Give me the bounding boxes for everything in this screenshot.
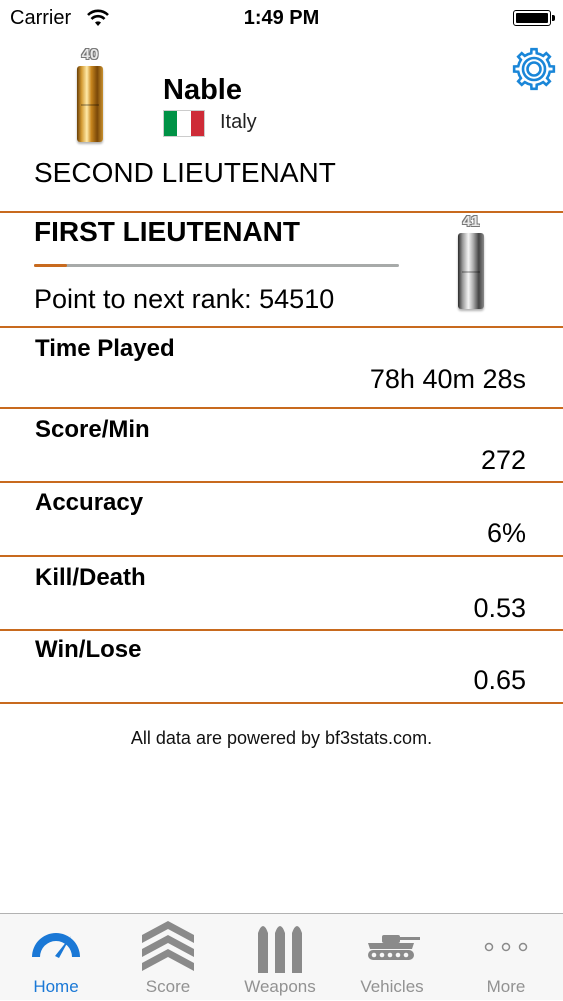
more-dots-icon [484, 942, 528, 952]
stat-label: Accuracy [35, 489, 144, 516]
stat-row-score-per-min: Score/Min 272 [0, 411, 563, 485]
battery-icon [513, 10, 555, 26]
stat-row-accuracy: Accuracy 6% [0, 484, 563, 558]
points-label: Point to next rank: [34, 284, 252, 314]
italy-flag-icon [163, 110, 205, 137]
stat-row-win-lose: Win/Lose 0.65 [0, 631, 563, 705]
chevrons-icon [142, 921, 194, 971]
current-rank-name: SECOND LIEUTENANT [34, 157, 336, 188]
settings-gear-icon[interactable] [511, 46, 557, 92]
speedometer-icon [32, 933, 80, 958]
stat-label: Time Played [35, 335, 175, 362]
stat-row-time-played: Time Played 78h 40m 28s [0, 330, 563, 404]
country-label: Italy [220, 111, 257, 133]
stat-value: 0.65 [473, 665, 526, 695]
profile-header: 40 Nable Italy SECOND LIEUTENANT [0, 40, 563, 212]
tab-label: Weapons [244, 977, 316, 996]
current-rank-number: 40 [81, 46, 99, 63]
bullets-icon [258, 926, 302, 973]
divider [0, 702, 563, 704]
stat-label: Kill/Death [35, 564, 146, 591]
status-bar: Carrier 1:49 PM [0, 0, 563, 38]
tab-vehicles[interactable]: Vehicles [336, 914, 448, 1001]
divider [0, 326, 563, 328]
divider [0, 407, 563, 409]
player-name: Nable [163, 74, 242, 106]
next-rank-number: 41 [462, 213, 480, 230]
clock: 1:49 PM [243, 7, 320, 29]
tab-label: Score [145, 977, 191, 996]
current-rank-insignia-icon: 40 [71, 46, 109, 146]
stat-row-kill-death: Kill/Death 0.53 [0, 559, 563, 633]
tank-icon [368, 935, 420, 960]
stat-label: Win/Lose [35, 636, 142, 663]
rank-progress-bar [34, 264, 399, 267]
data-source-note: All data are powered by bf3stats.com. [130, 728, 433, 748]
tab-label: More [486, 977, 526, 996]
stat-label: Score/Min [35, 416, 150, 443]
stat-value: 0.53 [473, 593, 526, 623]
next-rank-section: FIRST LIEUTENANT Point to next rank: 545… [0, 213, 563, 326]
tab-score[interactable]: Score [112, 914, 224, 1001]
tab-label: Home [33, 977, 79, 996]
tab-bar: Home Score Weapons Vehicles More [0, 913, 563, 1000]
tab-home[interactable]: Home [0, 914, 112, 1001]
points-to-next-rank: Point to next rank: 54510 [34, 284, 334, 315]
stat-value: 78h 40m 28s [369, 364, 526, 394]
rank-progress-fill [34, 264, 67, 267]
stat-value: 272 [480, 445, 526, 475]
divider [0, 481, 563, 483]
tab-more[interactable]: More [450, 914, 562, 1001]
next-rank-insignia-icon: 41 [452, 213, 490, 313]
stat-value: 6% [486, 518, 526, 548]
tab-weapons[interactable]: Weapons [224, 914, 336, 1001]
tab-label: Vehicles [360, 977, 424, 996]
points-value: 54510 [259, 284, 335, 314]
divider [0, 555, 563, 557]
next-rank-name: FIRST LIEUTENANT [34, 216, 300, 247]
